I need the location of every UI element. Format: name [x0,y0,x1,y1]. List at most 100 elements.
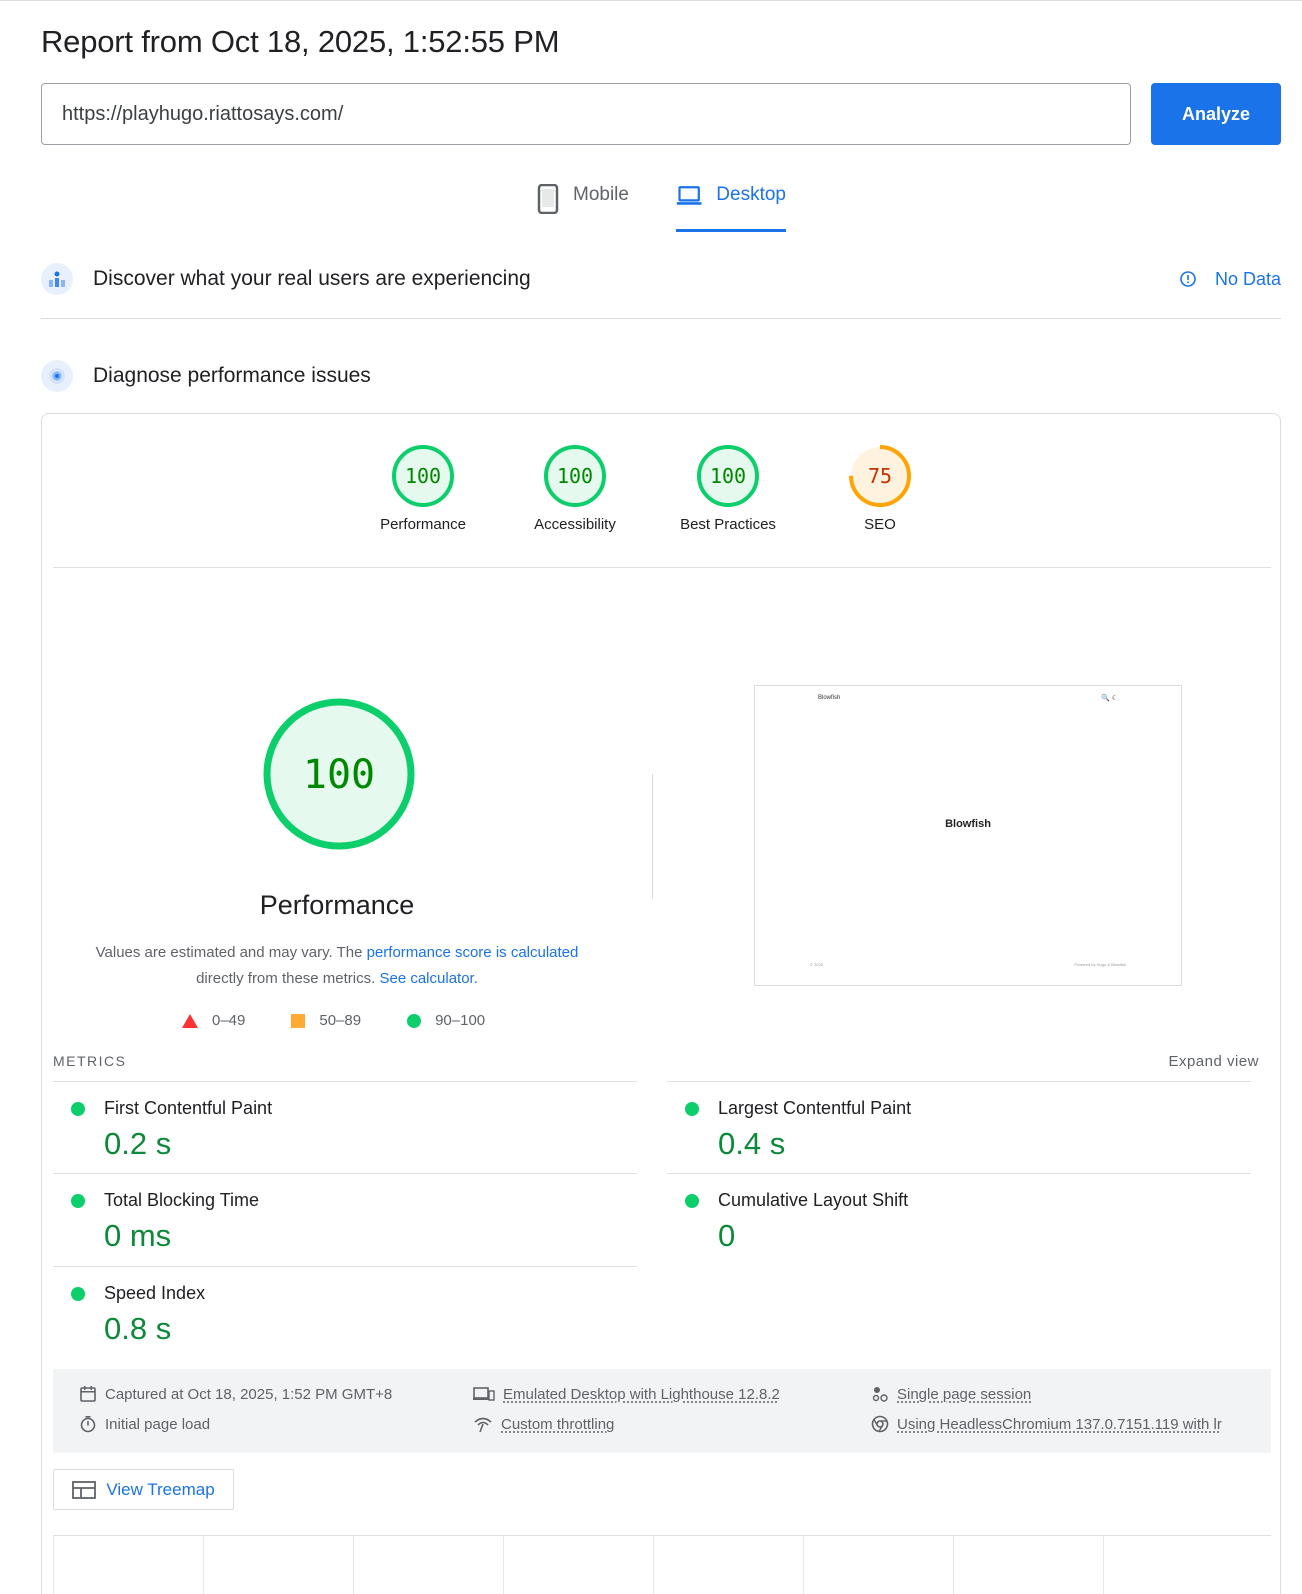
url-input[interactable]: https://playhugo.riattosays.com/ [41,83,1131,145]
signal-icon [474,1417,492,1433]
filmstrip-frame [653,1536,803,1594]
runtime-info-bar: Captured at Oct 18, 2025, 1:52 PM GMT+8 … [53,1369,1271,1453]
device-tabs: Mobile Desktop [0,180,1302,232]
metric-value: 0.8 s [104,1311,172,1346]
gauge-label: SEO [864,516,896,533]
gauge-score: 100 [710,464,746,488]
metrics-heading: METRICS [53,1053,127,1069]
lab-data-section: Diagnose performance issues [41,360,1281,392]
view-treemap-button[interactable]: View Treemap [53,1469,234,1510]
gauge-performance[interactable]: 100 Performance [368,444,478,533]
gauge-best-practices[interactable]: 100 Best Practices [673,444,783,533]
metric-speed-index: Speed Index 0.8 s [53,1266,637,1358]
tab-mobile[interactable]: Mobile [537,180,629,232]
users-icon [41,263,73,295]
circle-icon [407,1013,422,1028]
browser-text: Using HeadlessChromium 137.0.7151.119 wi… [897,1415,1222,1433]
session-icon [872,1387,888,1402]
gauge-score: 100 [405,464,441,488]
expand-view-toggle[interactable]: Expand view [1168,1053,1259,1070]
score-calculated-link[interactable]: performance score is calculated [367,944,579,961]
emulated-text: Emulated Desktop with Lighthouse 12.8.2 [503,1385,780,1403]
field-data-section: Discover what your real users are experi… [41,263,1281,295]
screenshot-heading: Blowfish [945,818,991,830]
target-icon [41,360,73,392]
filmstrip [53,1535,1271,1594]
metric-label: Cumulative Layout Shift [718,1190,909,1210]
pass-icon [71,1287,85,1301]
gauge-ring: 100 [544,445,606,507]
gauge-ring: 100 [392,445,454,507]
browser-version[interactable]: Using HeadlessChromium 137.0.7151.119 wi… [871,1415,1222,1433]
no-data-indicator[interactable]: No Data [1179,269,1281,290]
metric-label: First Contentful Paint [104,1098,273,1118]
gauge-score: 75 [868,464,892,488]
legend-pass: 90–100 [407,1012,485,1029]
metric-label: Speed Index [104,1283,206,1303]
analyze-button[interactable]: Analyze [1151,83,1281,145]
chrome-icon [871,1415,889,1433]
no-data-label: No Data [1214,268,1281,289]
pass-icon [685,1102,699,1116]
gauge-label: Accessibility [534,516,616,533]
tab-mobile-label: Mobile [573,184,629,205]
gauge-ring: 75 [849,445,911,507]
pass-icon [71,1102,85,1116]
initial-load-text: Initial page load [105,1415,211,1433]
see-calculator-link[interactable]: See calculator. [379,970,477,987]
gauge-score: 100 [557,464,593,488]
session-text: Single page session [897,1385,1032,1403]
filmstrip-frame [353,1536,503,1594]
field-data-title: Discover what your real users are experi… [93,267,531,290]
filmstrip-frame [1103,1536,1253,1594]
pass-icon [685,1194,699,1208]
metric-value: 0.4 s [718,1126,786,1161]
initial-load: Initial page load [79,1415,210,1433]
gauge-accessibility[interactable]: 100 Accessibility [520,444,630,533]
performance-title: Performance [259,890,415,920]
final-screenshot[interactable]: Blowfish 🔍 ☾ Blowfish © 2025 Powered by … [754,685,1182,986]
legend-range: 0–49 [212,1012,246,1029]
performance-description: Values are estimated and may vary. The p… [72,940,602,992]
top-border [0,0,1302,3]
score-legend: 0–49 50–89 90–100 [182,1012,531,1029]
tab-desktop[interactable]: Desktop [676,180,786,232]
gauge-label: Performance [380,516,466,533]
legend-range: 90–100 [435,1012,486,1029]
throttling[interactable]: Custom throttling [473,1415,614,1433]
metric-value: 0 [718,1218,736,1253]
legend-fail: 0–49 [182,1012,245,1029]
section-divider [41,318,1281,319]
smartphone-icon [537,184,559,214]
screenshot-footer-left: © 2025 [810,962,823,967]
report-card: 100 Performance 100 Accessibility 100 Be… [41,413,1281,1594]
triangle-icon [182,1013,198,1028]
legend-average: 50–89 [291,1012,361,1029]
treemap-label: View Treemap [106,1479,215,1499]
metric-lcp: Largest Contentful Paint 0.4 s [667,1081,1251,1173]
emulated-device[interactable]: Emulated Desktop with Lighthouse 12.8.2 [473,1385,780,1403]
desc-text: directly from these metrics. [196,970,380,987]
screenshot-footer-right: Powered by Hugo & Blowfish [1074,962,1126,967]
throttling-text: Custom throttling [501,1415,615,1433]
metric-cls: Cumulative Layout Shift 0 [667,1173,1251,1265]
gauge-label: Best Practices [680,516,776,533]
info-icon [1180,271,1196,287]
legend-range: 50–89 [319,1012,362,1029]
gauge-ring: 100 [697,445,759,507]
session-type[interactable]: Single page session [871,1385,1031,1403]
gauge-seo[interactable]: 75 SEO [825,444,935,533]
captured-text: Captured at Oct 18, 2025, 1:52 PM GMT+8 [105,1385,393,1403]
metric-label: Largest Contentful Paint [718,1098,912,1118]
calendar-icon [80,1386,96,1402]
square-icon [291,1013,306,1028]
filmstrip-frame [953,1536,1103,1594]
timer-icon [80,1416,96,1433]
desc-text: Values are estimated and may vary. The [95,944,367,961]
filmstrip-frame [53,1536,203,1594]
vertical-divider [652,774,653,899]
captured-at: Captured at Oct 18, 2025, 1:52 PM GMT+8 [79,1385,392,1403]
performance-score: 100 [303,752,375,798]
devices-icon [473,1387,495,1401]
performance-big-gauge: 100 [262,697,416,856]
